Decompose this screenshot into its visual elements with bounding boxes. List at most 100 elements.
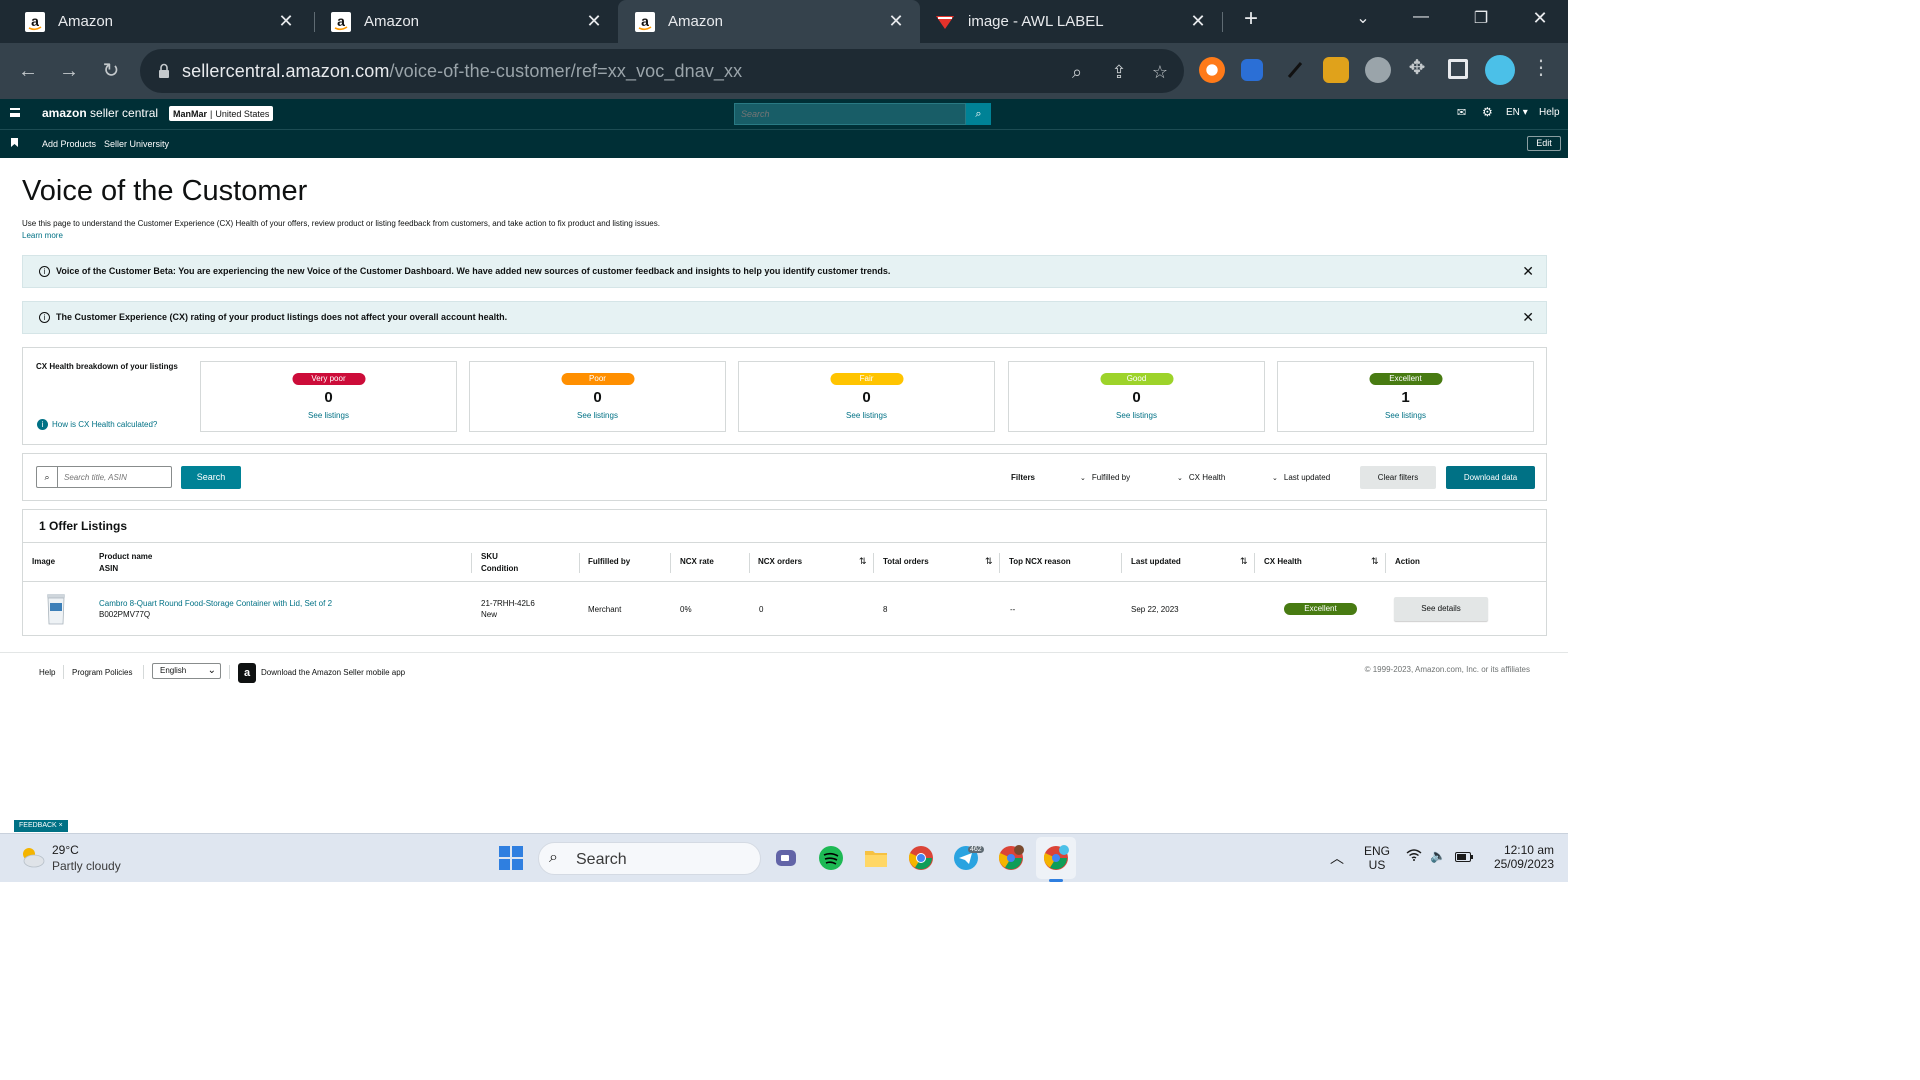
browser-toolbar: ← → ↻ sellercentral.amazon.com/voice-of-… <box>0 43 1568 99</box>
close-window-icon[interactable]: ✕ <box>1525 8 1555 34</box>
see-listings-link[interactable]: See listings <box>1009 411 1264 420</box>
sort-icon[interactable]: ⇅ <box>859 556 867 567</box>
close-banner-icon[interactable]: ✕ <box>1522 309 1534 326</box>
side-panel-icon[interactable] <box>1448 59 1468 79</box>
product-thumbnail[interactable] <box>43 591 69 627</box>
filters-label: Filters <box>1011 473 1036 482</box>
new-tab-icon[interactable]: + <box>1236 5 1266 32</box>
close-banner-icon[interactable]: ✕ <box>1522 263 1534 280</box>
see-details-button[interactable]: See details <box>1394 597 1488 621</box>
extension-icon[interactable] <box>1323 57 1349 83</box>
fulfilled-by-dropdown[interactable]: ⌄ Fulfilled by <box>1080 473 1130 482</box>
amazon-app-icon[interactable]: a <box>238 663 256 683</box>
chrome-active-icon[interactable] <box>1043 845 1069 871</box>
browser-tab[interactable]: image - AWL LABEL ✕ <box>920 0 1222 43</box>
col-cx-health[interactable]: CX Health <box>1264 557 1302 566</box>
footer-help-link[interactable]: Help <box>39 668 55 677</box>
cx-health-dropdown[interactable]: ⌄ CX Health <box>1177 473 1225 482</box>
col-ncx-orders[interactable]: NCX orders <box>758 557 802 566</box>
reload-icon[interactable]: ↻ <box>97 57 125 85</box>
address-bar[interactable]: sellercentral.amazon.com/voice-of-the-cu… <box>140 49 1184 93</box>
bookmark-star-icon[interactable]: ☆ <box>1149 61 1171 83</box>
globe-extension-icon[interactable] <box>1365 57 1391 83</box>
weather-temperature[interactable]: 29°C <box>52 843 79 857</box>
input-language-indicator[interactable]: ENG US <box>1364 844 1390 872</box>
sort-icon[interactable]: ⇅ <box>1240 556 1248 567</box>
partly-cloudy-icon[interactable] <box>18 844 46 870</box>
page-title: Voice of the Customer <box>22 175 308 207</box>
spotify-icon[interactable] <box>818 845 844 871</box>
mail-icon[interactable]: ✉ <box>1457 106 1466 119</box>
see-listings-link[interactable]: See listings <box>470 411 725 420</box>
extension-icon[interactable] <box>1241 59 1263 81</box>
file-explorer-icon[interactable] <box>863 845 889 871</box>
search-button[interactable]: Search <box>181 466 241 489</box>
taskbar-search[interactable]: ⌕ Search <box>538 842 761 875</box>
wifi-icon[interactable] <box>1406 849 1422 864</box>
edit-button[interactable]: Edit <box>1527 136 1561 151</box>
feedback-tab[interactable]: FEEDBACK × <box>14 820 68 832</box>
see-listings-link[interactable]: See listings <box>1278 411 1533 420</box>
settings-gear-icon[interactable]: ⚙ <box>1482 105 1493 119</box>
header-search[interactable] <box>734 103 966 125</box>
extension-icon[interactable] <box>1199 57 1225 83</box>
help-link[interactable]: Help <box>1539 107 1560 118</box>
browser-menu-icon[interactable]: ⋮ <box>1530 57 1552 79</box>
close-tab-icon[interactable]: ✕ <box>584 11 604 31</box>
tab-search-chevron-icon[interactable]: ⌄ <box>1348 8 1378 34</box>
close-tab-icon[interactable]: ✕ <box>1188 11 1208 31</box>
sort-icon[interactable]: ⇅ <box>1371 556 1379 567</box>
forward-icon[interactable]: → <box>55 57 83 85</box>
sort-icon[interactable]: ⇅ <box>985 556 993 567</box>
close-tab-icon[interactable]: ✕ <box>886 11 906 31</box>
bookmark-icon[interactable] <box>11 138 18 149</box>
see-listings-link[interactable]: See listings <box>739 411 994 420</box>
battery-icon[interactable] <box>1455 851 1473 865</box>
volume-icon[interactable]: 🔈 <box>1430 848 1446 864</box>
back-icon[interactable]: ← <box>14 57 42 85</box>
minimize-icon[interactable]: — <box>1406 8 1436 34</box>
browser-tab[interactable]: a Amazon ✕ <box>306 0 618 43</box>
column-divider <box>471 553 472 573</box>
extensions-puzzle-icon[interactable]: ✥ <box>1406 57 1428 79</box>
col-total-orders[interactable]: Total orders <box>883 557 929 566</box>
seller-central-logo[interactable]: amazon seller central <box>42 106 158 120</box>
extension-icon[interactable] <box>1283 57 1309 83</box>
cx-health-help-link[interactable]: i How is CX Health calculated? <box>37 419 157 430</box>
zoom-icon[interactable]: ⌕ <box>1066 61 1088 83</box>
footer-language-select[interactable]: English ⌄ <box>152 663 221 679</box>
product-name-link[interactable]: Cambro 8-Quart Round Food-Storage Contai… <box>99 599 332 608</box>
learn-more-link[interactable]: Learn more <box>22 231 63 240</box>
language-selector[interactable]: EN ▾ <box>1506 107 1528 118</box>
footer-program-policies-link[interactable]: Program Policies <box>72 668 132 677</box>
col-last-updated[interactable]: Last updated <box>1131 557 1181 566</box>
seller-central-header: amazon seller central ManMar | United Stat… <box>0 99 1568 129</box>
download-app-link[interactable]: Download the Amazon Seller mobile app <box>261 668 405 677</box>
browser-tab-active[interactable]: a Amazon ✕ <box>618 0 920 43</box>
header-search-input[interactable] <box>735 104 965 124</box>
last-updated-dropdown[interactable]: ⌄ Last updated <box>1272 473 1330 482</box>
subnav-add-products[interactable]: Add Products <box>42 139 96 149</box>
chrome-profile-icon[interactable] <box>998 845 1024 871</box>
subnav-seller-university[interactable]: Seller University <box>104 139 169 149</box>
profile-avatar-icon[interactable] <box>1485 55 1515 85</box>
listing-search[interactable]: ⌕ <box>36 466 172 488</box>
windows-start-icon[interactable] <box>498 845 524 871</box>
weather-description[interactable]: Partly cloudy <box>52 859 121 873</box>
teams-chat-icon[interactable] <box>773 845 799 871</box>
header-search-button[interactable]: ⌕ <box>966 103 991 125</box>
share-icon[interactable]: ⇪ <box>1108 61 1130 83</box>
store-selector[interactable]: ManMar | United States <box>169 106 274 121</box>
restore-icon[interactable]: ❐ <box>1466 8 1496 34</box>
download-data-button[interactable]: Download data <box>1446 466 1535 489</box>
clear-filters-button[interactable]: Clear filters <box>1360 466 1436 489</box>
chrome-icon[interactable] <box>908 845 934 871</box>
col-product-name-label: Product name <box>99 552 153 561</box>
hamburger-menu-icon[interactable] <box>10 108 20 117</box>
clock[interactable]: 12:10 am 25/09/2023 <box>1484 843 1554 871</box>
tray-overflow-chevron-icon[interactable]: ︿ <box>1330 848 1344 868</box>
close-tab-icon[interactable]: ✕ <box>276 11 296 31</box>
listing-search-input[interactable] <box>59 467 169 487</box>
see-listings-link[interactable]: See listings <box>201 411 456 420</box>
browser-tab[interactable]: a Amazon ✕ <box>0 0 310 43</box>
